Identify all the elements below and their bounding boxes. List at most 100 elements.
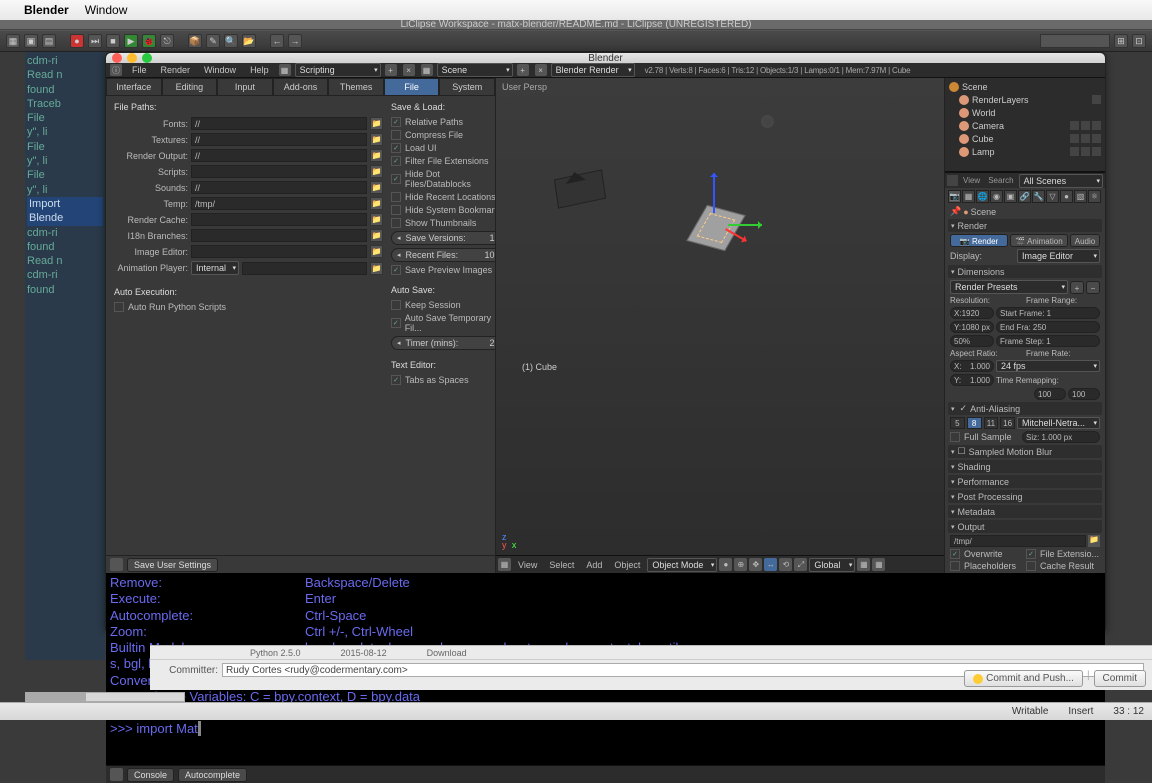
postproc-section[interactable]: Post Processing xyxy=(948,490,1102,503)
relative-paths-checkbox[interactable]: ✓Relative Paths xyxy=(391,117,495,127)
gizmo-z-axis-icon[interactable] xyxy=(713,173,715,213)
macos-menu-window[interactable]: Window xyxy=(85,3,128,17)
layers-icon[interactable]: ▦ xyxy=(857,558,870,571)
fileext-checkbox[interactable]: ✓File Extensio... xyxy=(1026,549,1100,559)
toolbar-back-icon[interactable]: ← xyxy=(270,34,284,48)
outliner-cube[interactable]: Cube xyxy=(947,132,1103,145)
orientation-dropdown[interactable]: Global xyxy=(809,558,855,572)
scene-pin-icon[interactable]: 📌 xyxy=(950,206,961,217)
recent-files-field[interactable]: ◂Recent Files:10▸ xyxy=(391,248,495,262)
props-tab-modifier-icon[interactable]: 🔧 xyxy=(1032,190,1045,203)
render-presets-dropdown[interactable]: Render Presets xyxy=(950,280,1068,294)
outliner-filter-dropdown[interactable]: All Scenes xyxy=(1019,174,1103,188)
toolbar-perspective2-icon[interactable]: ⊡ xyxy=(1132,34,1146,48)
autocomplete-button[interactable]: Autocomplete xyxy=(178,768,247,782)
3d-viewport[interactable]: User Persp zy x (1) Cube ▦ View Select A… xyxy=(496,78,945,573)
save-versions-field[interactable]: ◂Save Versions:1▸ xyxy=(391,231,495,245)
output-section[interactable]: Output xyxy=(948,520,1102,533)
folder-icon[interactable]: 📁 xyxy=(370,213,383,226)
anim-player-path[interactable] xyxy=(242,262,367,275)
aa-filter-dropdown[interactable]: Mitchell-Netra... xyxy=(1017,417,1100,429)
props-tab-render-icon[interactable]: 📷 xyxy=(948,190,961,203)
dimensions-section[interactable]: Dimensions xyxy=(948,265,1102,278)
anim-player-dropdown[interactable]: Internal xyxy=(191,261,239,275)
scene-dropdown[interactable]: Scene xyxy=(437,63,513,77)
vp-menu-add[interactable]: Add xyxy=(581,560,607,570)
props-tab-constraint-icon[interactable]: 🔗 xyxy=(1018,190,1031,203)
toolbar-skip-icon[interactable]: ⏭ xyxy=(88,34,102,48)
render-button[interactable]: 📷 Render xyxy=(950,234,1008,247)
folder-icon[interactable]: 📁 xyxy=(370,245,383,258)
aa-size-field[interactable]: Siz: 1.000 px xyxy=(1022,431,1100,443)
scripts-path-input[interactable] xyxy=(191,165,367,178)
timer-field[interactable]: ◂Timer (mins):2▸ xyxy=(391,336,495,350)
outliner-view[interactable]: View xyxy=(960,176,983,185)
i18n-path-input[interactable] xyxy=(191,229,367,242)
folder-icon[interactable]: 📁 xyxy=(370,262,383,275)
toolbar-quick-search[interactable] xyxy=(1040,34,1110,48)
prefs-tab-input[interactable]: Input xyxy=(217,78,273,96)
lamp-object[interactable] xyxy=(764,118,771,125)
folder-icon[interactable]: 📁 xyxy=(370,229,383,242)
maximize-icon[interactable] xyxy=(142,53,152,63)
props-tab-object-icon[interactable]: ▣ xyxy=(1004,190,1017,203)
gittab-download[interactable]: Download xyxy=(427,648,467,657)
manipulator-icon[interactable]: ✥ xyxy=(749,558,762,571)
minimize-icon[interactable] xyxy=(127,53,137,63)
outliner-search[interactable]: Search xyxy=(985,176,1016,185)
shading-icon[interactable]: ● xyxy=(719,558,732,571)
vp-menu-object[interactable]: Object xyxy=(609,560,645,570)
render-section[interactable]: Render xyxy=(948,219,1102,232)
frame-step-field[interactable]: Frame Step: 1 xyxy=(996,335,1100,347)
res-x-field[interactable]: X:1920 px xyxy=(950,307,994,319)
load-ui-checkbox[interactable]: ✓Load UI xyxy=(391,143,495,153)
start-frame-field[interactable]: Start Frame: 1 xyxy=(996,307,1100,319)
toolbar-new-icon[interactable]: ▦ xyxy=(6,34,20,48)
macos-app-name[interactable]: Blender xyxy=(24,3,69,17)
layout-browse-icon[interactable]: ▦ xyxy=(279,64,291,76)
props-tab-material-icon[interactable]: ● xyxy=(1060,190,1073,203)
preset-del-icon[interactable]: − xyxy=(1086,281,1100,294)
textures-path-input[interactable] xyxy=(191,133,367,146)
commit-push-button[interactable]: Commit and Push... xyxy=(964,670,1083,687)
props-tab-scene-icon[interactable]: 🌐 xyxy=(976,190,989,203)
prefs-tab-themes[interactable]: Themes xyxy=(328,78,384,96)
remap-new-field[interactable]: 100 xyxy=(1068,388,1100,400)
gittab-date[interactable]: 2015-08-12 xyxy=(341,648,387,657)
toolbar-stop-icon[interactable]: ■ xyxy=(106,34,120,48)
outliner-world[interactable]: World xyxy=(947,106,1103,119)
console-input-text[interactable]: import Mat xyxy=(136,721,197,736)
folder-icon[interactable]: 📁 xyxy=(370,117,383,130)
aspect-y-field[interactable]: Y:1.000 xyxy=(950,374,994,386)
console-editor-icon[interactable] xyxy=(110,768,123,781)
autosave-temp-checkbox[interactable]: ✓Auto Save Temporary Fil... xyxy=(391,313,495,333)
folder-icon[interactable]: 📁 xyxy=(370,149,383,162)
res-y-field[interactable]: Y:1080 px xyxy=(950,321,994,333)
gizmo-x-axis-icon[interactable] xyxy=(728,224,762,226)
prefs-tab-system[interactable]: System xyxy=(439,78,495,96)
placeholders-checkbox[interactable]: Placeholders xyxy=(950,561,1024,571)
fonts-path-input[interactable] xyxy=(191,117,367,130)
overwrite-checkbox[interactable]: ✓Overwrite xyxy=(950,549,1024,559)
toolbar-run-icon[interactable]: ▶ xyxy=(124,34,138,48)
aa-8[interactable]: 8 xyxy=(967,417,982,429)
mode-dropdown[interactable]: Object Mode xyxy=(647,558,717,572)
toolbar-perspective-icon[interactable]: ⊞ xyxy=(1114,34,1128,48)
output-path-input[interactable] xyxy=(950,535,1086,547)
props-tab-data-icon[interactable]: ▽ xyxy=(1046,190,1059,203)
save-user-settings-button[interactable]: Save User Settings xyxy=(127,558,218,572)
pivot-icon[interactable]: ⊕ xyxy=(734,558,747,571)
scene-del-icon[interactable]: × xyxy=(535,64,547,76)
remap-old-field[interactable]: 100 xyxy=(1034,388,1066,400)
cache-path-input[interactable] xyxy=(191,213,367,226)
aa-11[interactable]: 11 xyxy=(984,417,999,429)
layers2-icon[interactable]: ▦ xyxy=(872,558,885,571)
save-previews-checkbox[interactable]: ✓Save Preview Images xyxy=(391,265,495,275)
props-tab-texture-icon[interactable]: ▧ xyxy=(1074,190,1087,203)
toolbar-record-icon[interactable]: ● xyxy=(70,34,84,48)
preset-add-icon[interactable]: + xyxy=(1070,281,1084,294)
cache-checkbox[interactable]: Cache Result xyxy=(1026,561,1100,571)
outliner-camera[interactable]: Camera xyxy=(947,119,1103,132)
translate-icon[interactable]: ↔ xyxy=(764,558,777,571)
outliner-editor-icon[interactable] xyxy=(947,175,958,186)
